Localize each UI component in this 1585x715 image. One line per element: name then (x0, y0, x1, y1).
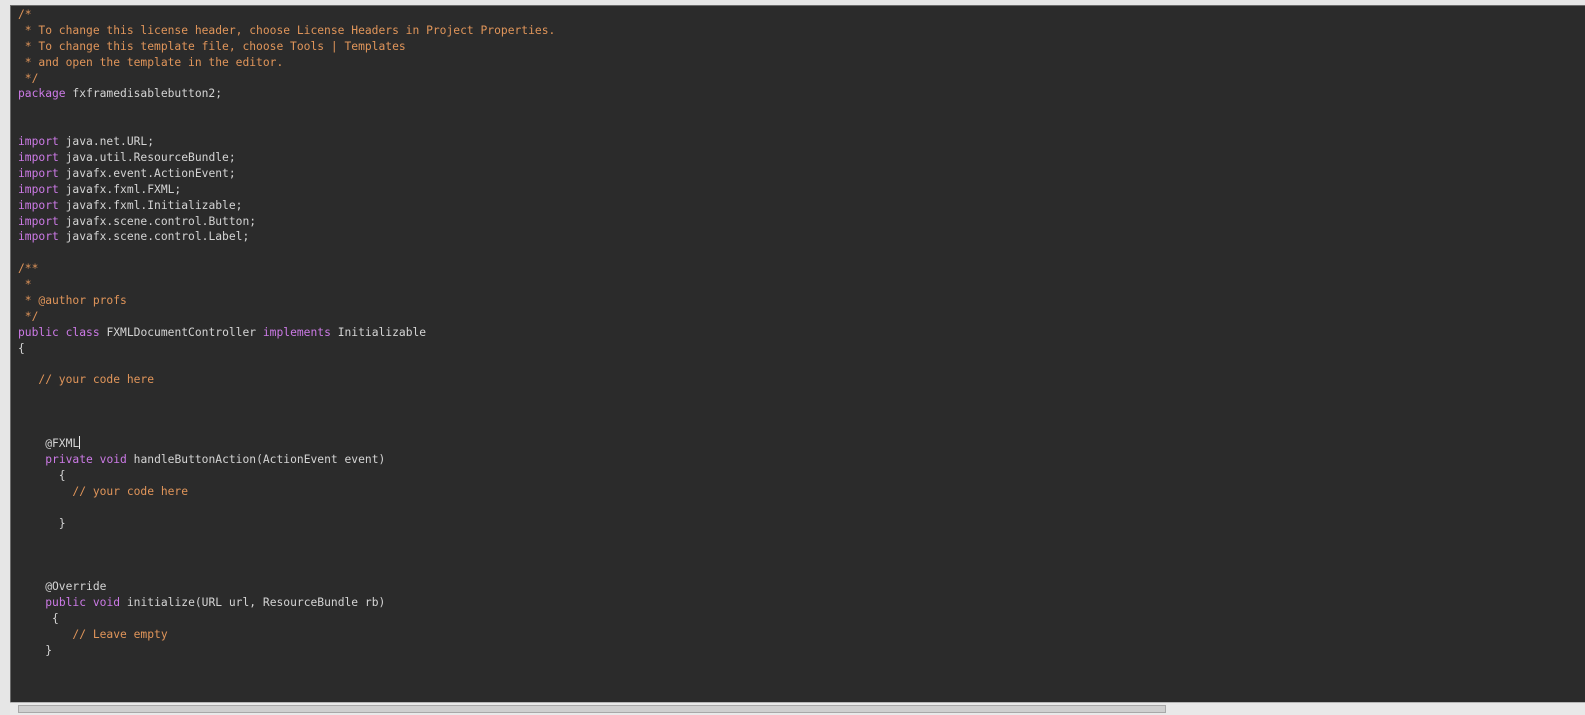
annotation-token: @FXML (18, 437, 80, 451)
horizontal-scrollbar[interactable] (10, 702, 1585, 715)
code-token: javafx.event.ActionEvent; (58, 166, 236, 180)
code-token: { (18, 468, 66, 482)
code-line[interactable] (18, 118, 555, 134)
code-line[interactable]: */ (18, 71, 555, 87)
comment-token: * and open the template in the editor. (18, 55, 284, 69)
code-line[interactable]: * To change this license header, choose … (18, 23, 556, 39)
keyword-token: public (45, 595, 87, 609)
code-token: javafx.scene.control.Button; (58, 214, 257, 228)
code-token: java.util.ResourceBundle; (58, 151, 236, 165)
code-line[interactable] (18, 404, 555, 420)
comment-token: /** (18, 262, 39, 276)
code-line[interactable]: * and open the template in the editor. (18, 55, 555, 71)
code-token: FXMLDocumentController (99, 325, 263, 339)
code-line[interactable] (18, 388, 555, 404)
keyword-token: public (18, 325, 59, 339)
keyword-token: implements (262, 325, 331, 339)
scrollbar-thumb[interactable] (18, 705, 1166, 713)
code-line[interactable]: { (18, 341, 555, 357)
code-line[interactable]: { (18, 611, 555, 627)
code-token: { (18, 611, 59, 625)
code-token: } (18, 643, 53, 657)
annotation-token: @Override (18, 580, 107, 594)
code-line[interactable] (18, 547, 555, 563)
code-line[interactable]: public void initialize(URL url, Resource… (18, 595, 555, 611)
code-line[interactable]: } (18, 643, 555, 659)
keyword-token: package (18, 87, 66, 101)
keyword-token: import (18, 151, 59, 165)
code-token: } (18, 516, 66, 530)
code-line[interactable]: // your code here (18, 484, 555, 500)
keyword-token: void (99, 452, 127, 466)
code-line[interactable] (18, 563, 555, 579)
code-line[interactable]: */ (18, 309, 555, 325)
code-content[interactable]: /* * To change this license header, choo… (18, 7, 555, 659)
code-token: fxframedisablebutton2; (65, 87, 223, 101)
code-line[interactable]: /** (18, 261, 555, 277)
code-line[interactable]: package fxframedisablebutton2; (18, 86, 555, 102)
keyword-token: void (92, 595, 121, 609)
code-token: initialize(URL url, ResourceBundle rb) (120, 595, 386, 609)
code-token: javafx.scene.control.Label; (58, 230, 250, 244)
code-token: javafx.fxml.FXML; (58, 182, 182, 196)
code-line[interactable]: public class FXMLDocumentController impl… (18, 325, 555, 341)
code-line[interactable] (18, 102, 555, 118)
window-frame: /* * To change this license header, choo… (0, 0, 1585, 715)
keyword-token: import (18, 198, 59, 212)
code-line[interactable] (18, 245, 555, 261)
code-line[interactable]: { (18, 468, 555, 484)
comment-token: * To change this template file, choose T… (18, 39, 406, 53)
comment-token: * @author profs (18, 294, 127, 308)
code-line[interactable]: import java.util.ResourceBundle; (18, 150, 555, 166)
code-token: { (18, 341, 25, 355)
comment-token: * To change this license header, choose … (18, 23, 556, 37)
code-line[interactable]: // Leave empty (18, 627, 555, 643)
code-editor[interactable]: /* * To change this license header, choo… (10, 5, 1585, 708)
code-token: javafx.fxml.Initializable; (58, 198, 243, 212)
keyword-token: private (45, 452, 93, 466)
code-line[interactable] (18, 500, 555, 516)
code-line[interactable]: import javafx.scene.control.Label; (18, 229, 555, 245)
code-line[interactable] (18, 357, 555, 373)
code-line[interactable]: * (18, 277, 555, 293)
keyword-token: import (18, 135, 59, 149)
code-line[interactable]: @FXML (18, 436, 555, 452)
keyword-token: import (18, 182, 59, 196)
code-line[interactable] (18, 531, 555, 547)
code-line[interactable]: private void handleButtonAction(ActionEv… (18, 452, 555, 468)
code-line[interactable]: } (18, 516, 555, 532)
comment-token: */ (18, 71, 39, 85)
code-token: Initializable (330, 325, 427, 339)
keyword-token: import (18, 214, 59, 228)
code-line[interactable]: // your code here (18, 372, 555, 388)
code-line[interactable]: import javafx.event.ActionEvent; (18, 166, 555, 182)
keyword-token: import (18, 230, 59, 244)
code-line[interactable] (18, 420, 555, 436)
code-line[interactable]: /* (18, 7, 555, 23)
code-token: handleButtonAction(ActionEvent event) (126, 452, 386, 466)
text-caret (79, 436, 81, 450)
comment-token: * (18, 278, 32, 292)
code-line[interactable]: import java.net.URL; (18, 134, 555, 150)
code-line[interactable]: import javafx.scene.control.Button; (18, 214, 555, 230)
comment-token: */ (18, 309, 39, 323)
code-token: java.net.URL; (58, 135, 155, 149)
code-line[interactable]: import javafx.fxml.Initializable; (18, 198, 555, 214)
code-line[interactable]: @Override (18, 579, 555, 595)
keyword-token: class (65, 325, 100, 339)
keyword-token: import (18, 166, 59, 180)
comment-token: /* (18, 8, 32, 21)
code-line[interactable]: * To change this template file, choose T… (18, 39, 555, 55)
code-line[interactable]: import javafx.fxml.FXML; (18, 182, 555, 198)
comment-token: // Leave empty (18, 627, 168, 641)
code-line[interactable]: * @author profs (18, 293, 555, 309)
comment-token: // your code here (18, 484, 189, 498)
comment-token: // your code here (18, 373, 155, 387)
